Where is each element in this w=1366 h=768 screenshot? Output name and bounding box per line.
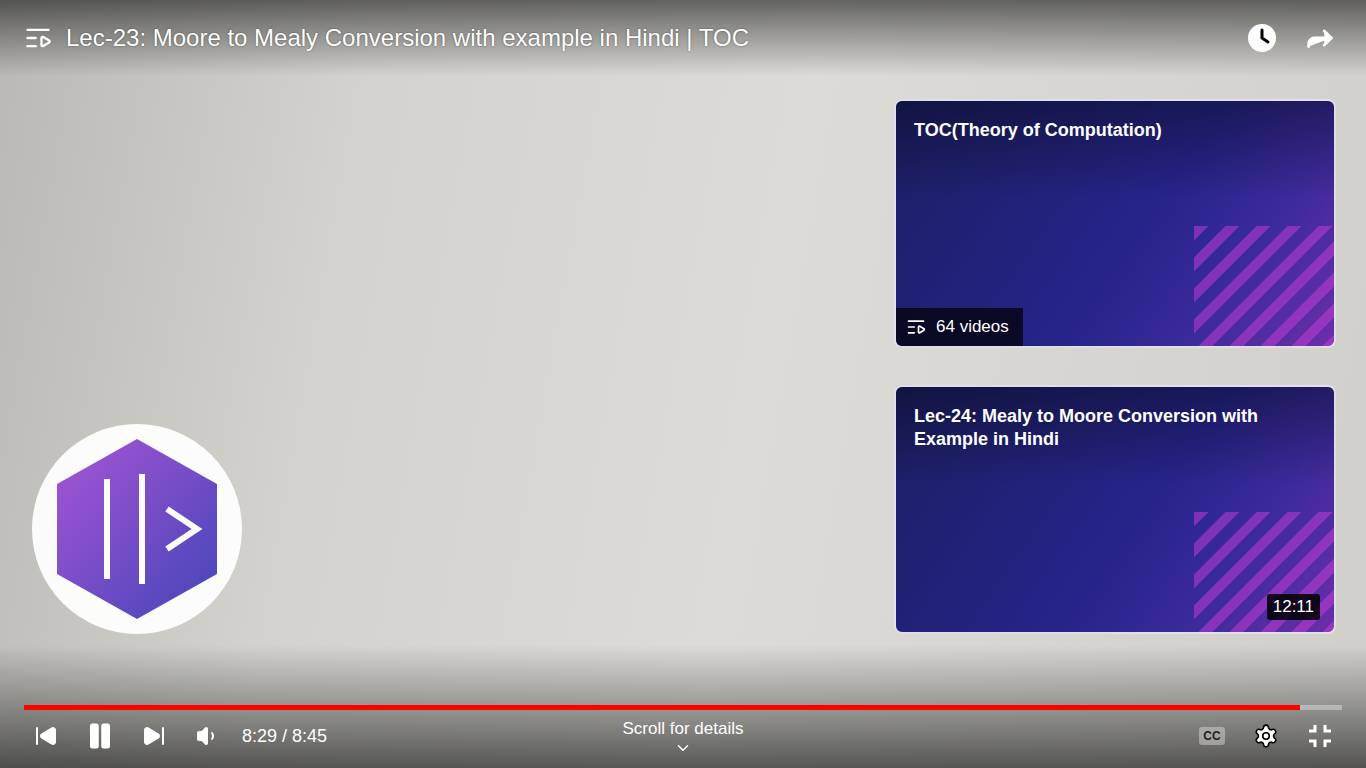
channel-watermark[interactable] [32,424,242,634]
scroll-hint[interactable]: Scroll for details [623,715,744,757]
left-controls: 8:29 / 8:45 [24,714,623,758]
clock-icon [1246,22,1278,54]
end-card[interactable]: TOC(Theory of Computation) 64 videos [894,99,1336,348]
gear-icon [1253,723,1279,749]
time-display: 8:29 / 8:45 [242,726,327,747]
chevron-down-icon [674,739,692,757]
exit-fullscreen-icon [1306,722,1334,750]
volume-icon [196,724,220,748]
pause-icon [85,721,115,751]
exit-fullscreen-button[interactable] [1298,714,1342,758]
play-pause-button[interactable] [78,714,122,758]
progress-bar[interactable] [24,705,1342,710]
share-button[interactable] [1298,16,1342,60]
volume-button[interactable] [186,714,230,758]
share-icon [1303,21,1337,55]
next-button[interactable] [132,714,176,758]
control-bar: 8:29 / 8:45 Scroll for details CC [0,645,1366,768]
progress-fill [24,705,1300,710]
card-title: Lec-24: Mealy to Moore Conversion with E… [896,387,1334,451]
video-title[interactable]: Lec-23: Moore to Mealy Conversion with e… [66,23,1226,53]
right-controls: CC [743,714,1342,758]
channel-logo-icon [47,434,227,624]
top-bar: Lec-23: Moore to Mealy Conversion with e… [0,0,1366,76]
playlist-icon [906,317,926,337]
playlist-icon[interactable] [24,24,52,52]
controls-row: 8:29 / 8:45 Scroll for details CC [24,710,1342,762]
video-duration: 12:11 [1267,594,1320,620]
next-icon [142,724,166,748]
previous-icon [34,724,58,748]
end-card[interactable]: Lec-24: Mealy to Moore Conversion with E… [894,385,1336,634]
settings-button[interactable] [1244,714,1288,758]
end-cards: TOC(Theory of Computation) 64 videos Lec-2… [894,99,1336,634]
video-player[interactable]: Lec-23: Moore to Mealy Conversion with e… [0,0,1366,768]
card-title: TOC(Theory of Computation) [896,101,1334,142]
watch-later-button[interactable] [1240,16,1284,60]
playlist-count: 64 videos [896,308,1023,346]
previous-button[interactable] [24,714,68,758]
captions-icon: CC [1199,727,1225,745]
captions-button[interactable]: CC [1190,714,1234,758]
